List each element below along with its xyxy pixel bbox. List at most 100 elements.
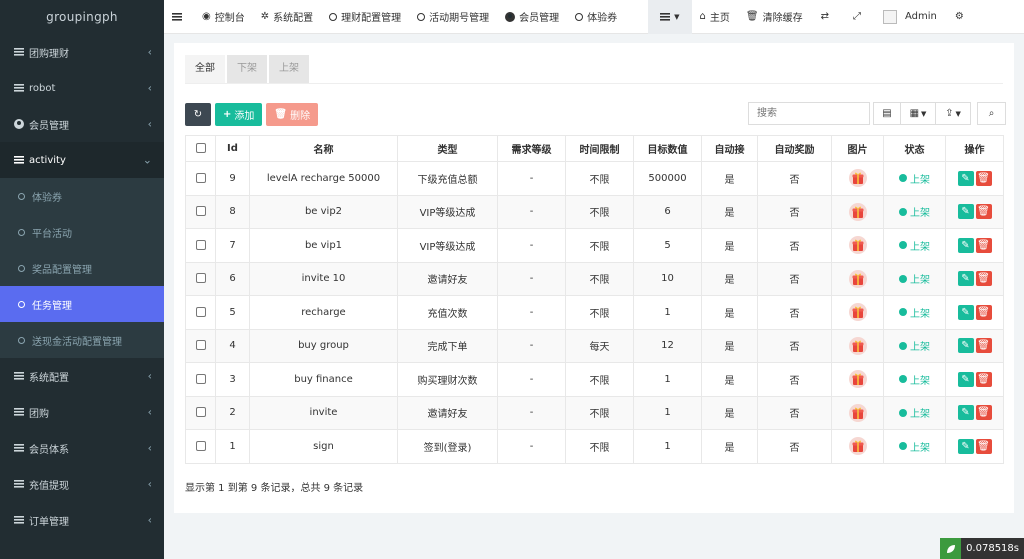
sidebar-item-deposit-withdraw[interactable]: 充值提现 ‹ [0, 466, 164, 502]
sidebar-subitem-cash-activity[interactable]: 送现金活动配置管理 [0, 322, 164, 358]
sidebar-toggle-button[interactable] [164, 0, 194, 34]
delete-row-button[interactable]: 🗑 [975, 438, 992, 454]
column-header-id[interactable]: Id [215, 135, 250, 162]
tab-all[interactable]: 全部 [185, 55, 225, 83]
gift-icon[interactable] [848, 202, 867, 221]
delete-button[interactable]: 🗑 删除 [266, 103, 319, 126]
user-menu[interactable]: Admin [875, 0, 945, 34]
delete-row-button[interactable]: 🗑 [975, 204, 992, 220]
row-checkbox[interactable] [195, 440, 206, 451]
sidebar-item-group-finance[interactable]: 团购理财 ‹ [0, 34, 164, 70]
row-checkbox[interactable] [195, 306, 206, 317]
gift-icon[interactable] [848, 370, 867, 389]
delete-row-button[interactable]: 🗑 [975, 237, 992, 253]
cell-type[interactable]: VIP等级达成 [397, 228, 498, 263]
cell-auto-reward[interactable]: 否 [757, 295, 832, 330]
edit-button[interactable]: ✎ [957, 271, 974, 287]
tab-offline[interactable]: 下架 [227, 55, 267, 83]
column-header-auto-reward[interactable]: 自动奖励 [757, 135, 832, 162]
sidebar-item-members[interactable]: 会员管理 ‹ [0, 106, 164, 142]
cell-status[interactable]: 上架 [883, 395, 946, 430]
cell-status[interactable]: 上架 [883, 261, 946, 296]
column-header-time-limit[interactable]: 时间限制 [565, 135, 634, 162]
sidebar-subitem-prize-config[interactable]: 奖品配置管理 [0, 250, 164, 286]
cell-auto-accept[interactable]: 是 [701, 261, 758, 296]
search-button[interactable]: ⌕ [977, 102, 1006, 125]
column-header-name[interactable]: 名称 [249, 135, 398, 162]
export-dropdown[interactable]: ⇪ ▼ [935, 102, 971, 125]
cell-auto-reward[interactable]: 否 [757, 161, 832, 196]
select-all-checkbox[interactable] [195, 143, 206, 153]
sidebar-item-group-buy[interactable]: 团购 ‹ [0, 394, 164, 430]
edit-button[interactable]: ✎ [957, 204, 974, 220]
sidebar-item-activity[interactable]: activity ⌄ [0, 142, 164, 178]
cell-auto-reward[interactable]: 否 [757, 395, 832, 430]
sidebar-subitem-task-management[interactable]: 任务管理 [0, 286, 164, 322]
sidebar-item-member-system[interactable]: 会员体系 ‹ [0, 430, 164, 466]
gift-icon[interactable] [848, 303, 867, 322]
nav-tab-activity-period[interactable]: 活动期号管理 [409, 0, 497, 34]
more-tabs-dropdown[interactable]: ▼ [648, 0, 692, 34]
column-header-target[interactable]: 目标数值 [633, 135, 702, 162]
cell-status[interactable]: 上架 [883, 228, 946, 263]
add-button[interactable]: + 添加 [215, 103, 263, 126]
refresh-button[interactable]: ↻ [185, 103, 211, 126]
edit-button[interactable]: ✎ [957, 170, 974, 186]
cell-auto-accept[interactable]: 是 [701, 395, 758, 430]
home-link[interactable]: ⌂ 主页 [692, 0, 738, 34]
delete-row-button[interactable]: 🗑 [975, 405, 992, 421]
delete-row-button[interactable]: 🗑 [975, 170, 992, 186]
column-header-status[interactable]: 状态 [883, 135, 946, 162]
cell-auto-accept[interactable]: 是 [701, 362, 758, 397]
delete-row-button[interactable]: 🗑 [975, 304, 992, 320]
row-checkbox[interactable] [195, 172, 206, 183]
nav-tab-dashboard[interactable]: ◉ 控制台 [194, 0, 253, 34]
row-checkbox[interactable] [195, 340, 206, 351]
cell-auto-accept[interactable]: 是 [701, 228, 758, 263]
cell-status[interactable]: 上架 [883, 362, 946, 397]
column-header-image[interactable]: 图片 [831, 135, 884, 162]
sidebar-subitem-coupon[interactable]: 体验券 [0, 178, 164, 214]
delete-row-button[interactable]: 🗑 [975, 371, 992, 387]
delete-row-button[interactable]: 🗑 [975, 271, 992, 287]
cell-status[interactable]: 上架 [883, 194, 946, 229]
edit-button[interactable]: ✎ [957, 371, 974, 387]
clear-cache-button[interactable]: 🗑 清除缓存 [738, 0, 811, 34]
search-input[interactable] [748, 102, 870, 125]
gift-icon[interactable] [848, 269, 867, 288]
sidebar-subitem-platform-activity[interactable]: 平台活动 [0, 214, 164, 250]
gift-icon[interactable] [848, 169, 867, 188]
gift-icon[interactable] [848, 403, 867, 422]
edit-button[interactable]: ✎ [957, 304, 974, 320]
column-header-level[interactable]: 需求等级 [497, 135, 566, 162]
cell-auto-accept[interactable]: 是 [701, 328, 758, 363]
nav-tab-system-config[interactable]: ✲ 系统配置 [253, 0, 321, 34]
gift-icon[interactable] [848, 336, 867, 355]
column-header-auto-accept[interactable]: 自动接 [701, 135, 758, 162]
nav-tab-coupon[interactable]: 体验券 [567, 0, 625, 34]
tab-online[interactable]: 上架 [269, 55, 309, 83]
cell-type[interactable]: 邀请好友 [397, 261, 498, 296]
cell-auto-accept[interactable]: 是 [701, 194, 758, 229]
gift-icon[interactable] [848, 236, 867, 255]
edit-button[interactable]: ✎ [957, 438, 974, 454]
cell-type[interactable]: 完成下单 [397, 328, 498, 363]
cell-auto-reward[interactable]: 否 [757, 261, 832, 296]
cell-type[interactable]: 签到(登录) [397, 429, 498, 464]
edit-button[interactable]: ✎ [957, 237, 974, 253]
cell-type[interactable]: VIP等级达成 [397, 194, 498, 229]
cell-auto-reward[interactable]: 否 [757, 328, 832, 363]
cell-status[interactable]: 上架 [883, 295, 946, 330]
language-button[interactable]: ⇄ [811, 0, 843, 34]
edit-button[interactable]: ✎ [957, 338, 974, 354]
edit-button[interactable]: ✎ [957, 405, 974, 421]
row-checkbox[interactable] [195, 273, 206, 284]
row-checkbox[interactable] [195, 239, 206, 250]
column-header-type[interactable]: 类型 [397, 135, 498, 162]
fullscreen-button[interactable]: ⤢ [843, 0, 875, 34]
sidebar-item-system-config[interactable]: 系统配置 ‹ [0, 358, 164, 394]
cell-auto-accept[interactable]: 是 [701, 295, 758, 330]
cell-type[interactable]: 充值次数 [397, 295, 498, 330]
cell-auto-accept[interactable]: 是 [701, 429, 758, 464]
cell-auto-reward[interactable]: 否 [757, 194, 832, 229]
